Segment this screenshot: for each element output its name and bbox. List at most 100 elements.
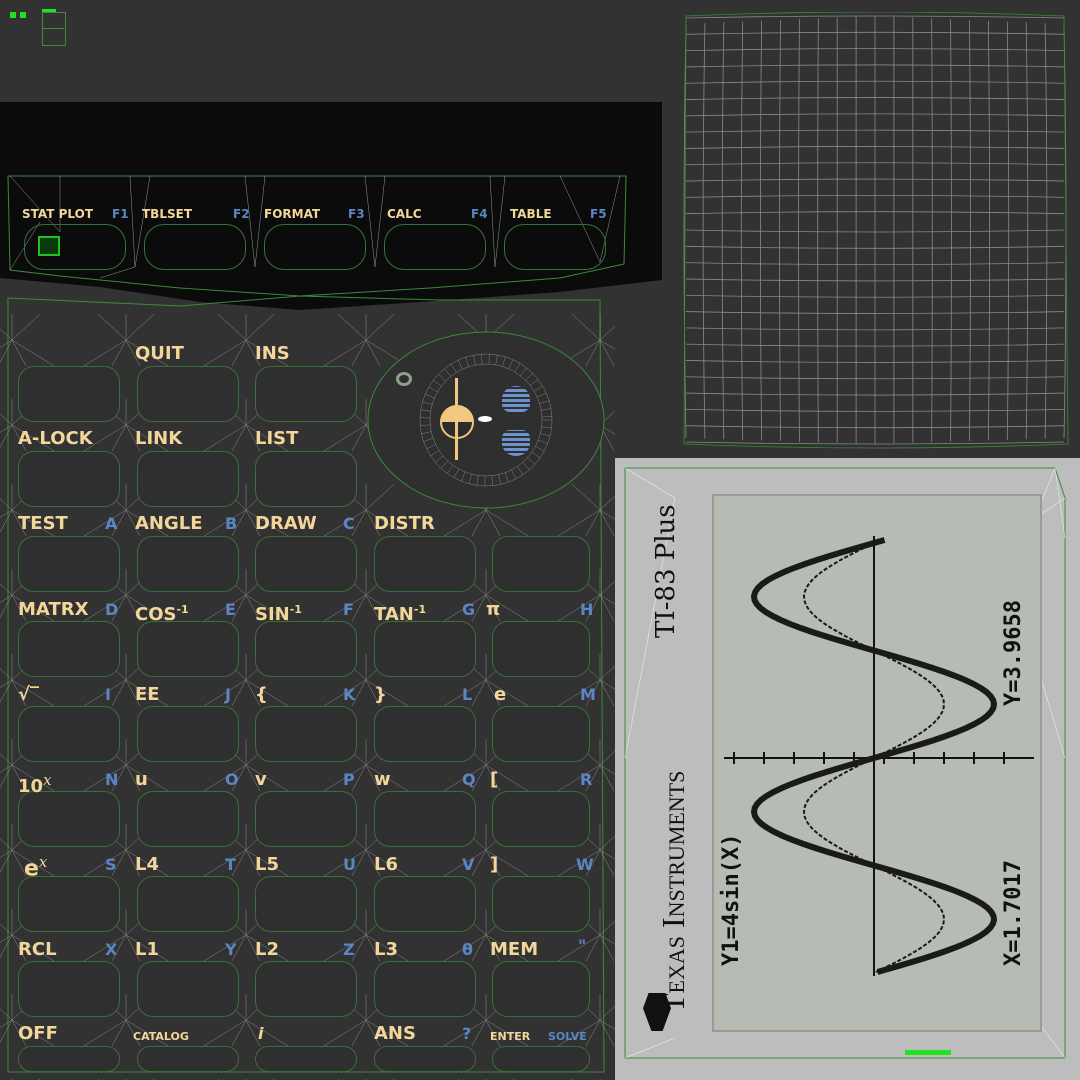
calculator-key[interactable] — [137, 366, 239, 422]
calculator-key[interactable] — [18, 791, 120, 847]
e-const-label: e — [494, 684, 507, 705]
calculator-key[interactable] — [255, 366, 357, 422]
calculator-key[interactable] — [18, 706, 120, 762]
alpha-w: W — [576, 855, 594, 874]
cos-inv-label: COS-1 — [135, 603, 189, 625]
alpha-r: R — [580, 770, 593, 789]
w-label: w — [374, 769, 391, 790]
calculator-key[interactable] — [374, 961, 476, 1017]
calculator-key[interactable] — [137, 621, 239, 677]
ten-x-label: 10x — [18, 771, 52, 797]
calculator-key[interactable] — [18, 536, 120, 592]
quit-label: QUIT — [135, 343, 184, 364]
alpha-i: I — [105, 685, 111, 704]
calculator-key[interactable] — [374, 876, 476, 932]
calculator-key[interactable] — [18, 961, 120, 1017]
calculator-key[interactable] — [374, 791, 476, 847]
calculator-key[interactable] — [18, 876, 120, 932]
calculator-key[interactable] — [137, 536, 239, 592]
alpha-k: K — [343, 685, 356, 704]
calculator-key[interactable] — [18, 1046, 120, 1072]
calculator-key[interactable] — [255, 1046, 357, 1072]
alpha-v: V — [462, 855, 475, 874]
alpha-question: ? — [462, 1024, 472, 1043]
ans-label: ANS — [374, 1023, 416, 1044]
keypad: QUIT INS A-LOCK LINK LIST TEST A ANGLE B… — [0, 0, 615, 1080]
matrx-label: MATRX — [18, 599, 89, 620]
ee-label: EE — [135, 684, 160, 705]
lcd-text: Y1=4sin(X) — [719, 834, 744, 966]
list-label: LIST — [255, 428, 299, 449]
alpha-a: A — [105, 514, 118, 533]
model-name: TI-83 Plus — [651, 504, 681, 638]
l3-label: L3 — [374, 939, 398, 960]
alpha-e: E — [225, 600, 236, 619]
l2-label: L2 — [255, 939, 279, 960]
calculator-key[interactable] — [255, 621, 357, 677]
lcd-text: X=1.7017 — [1001, 860, 1026, 966]
i-const-label: i — [258, 1024, 264, 1043]
calculator-key[interactable] — [374, 1046, 476, 1072]
calculator-key[interactable] — [374, 706, 476, 762]
alpha-f: F — [343, 600, 354, 619]
sin-inv-label: SIN-1 — [255, 603, 302, 625]
l5-label: L5 — [255, 854, 279, 875]
l1-label: L1 — [135, 939, 159, 960]
test-label: TEST — [18, 513, 68, 534]
catalog-label: CATALOG — [133, 1030, 189, 1043]
calculator-key[interactable] — [492, 791, 590, 847]
enter-label: ENTER — [490, 1030, 531, 1043]
l6-label: L6 — [374, 854, 398, 875]
angle-label: ANGLE — [135, 513, 203, 534]
l4-label: L4 — [135, 854, 159, 875]
calculator-key[interactable] — [492, 536, 590, 592]
calculator-key[interactable] — [137, 876, 239, 932]
alpha-z: Z — [343, 940, 355, 959]
calculator-key[interactable] — [374, 536, 476, 592]
dpad-down-icon[interactable] — [502, 430, 530, 456]
alpha-s: S — [105, 855, 117, 874]
tan-inv-label: TAN-1 — [374, 603, 427, 625]
calculator-key[interactable] — [255, 961, 357, 1017]
calculator-key[interactable] — [137, 791, 239, 847]
alpha-l: L — [462, 685, 473, 704]
lbracket-label: [ — [490, 769, 499, 790]
lbrace-label: { — [255, 684, 268, 705]
calculator-key[interactable] — [137, 451, 239, 507]
calculator-key[interactable] — [255, 876, 357, 932]
calculator-key[interactable] — [492, 876, 590, 932]
calculator-key[interactable] — [255, 706, 357, 762]
calculator-key[interactable] — [492, 706, 590, 762]
alock-label: A-LOCK — [18, 428, 93, 449]
calculator-key[interactable] — [18, 366, 120, 422]
calculator-key[interactable] — [137, 706, 239, 762]
alpha-b: B — [225, 514, 238, 533]
calculator-key[interactable] — [137, 1046, 239, 1072]
calculator-key[interactable] — [137, 961, 239, 1017]
calculator-key[interactable] — [492, 961, 590, 1017]
calculator-key[interactable] — [492, 1046, 590, 1072]
calculator-key[interactable] — [255, 451, 357, 507]
alpha-h: H — [580, 600, 594, 619]
alpha-g: G — [462, 600, 476, 619]
rbrace-label: } — [374, 684, 387, 705]
dpad-up-icon[interactable] — [502, 386, 530, 412]
pi-label: π — [486, 599, 501, 620]
calculator-key[interactable] — [255, 791, 357, 847]
calculator-key[interactable] — [18, 621, 120, 677]
link-label: LINK — [135, 428, 183, 449]
lcd-screen: Y1=4sin(X) X=1.7017 Y=3.9658 — [712, 494, 1042, 1032]
alpha-q: Q — [462, 770, 476, 789]
calculator-key[interactable] — [18, 451, 120, 507]
calculator-key[interactable] — [374, 621, 476, 677]
alpha-m: M — [580, 685, 596, 704]
alpha-p: P — [343, 770, 355, 789]
screen-mesh — [683, 12, 1069, 449]
brand-name: Texas Instruments — [655, 770, 691, 1013]
alpha-o: O — [225, 770, 239, 789]
sqrt-label: √‾ — [18, 684, 40, 705]
calculator-key[interactable] — [492, 621, 590, 677]
solve-label: SOLVE — [548, 1030, 587, 1043]
calculator-key[interactable] — [255, 536, 357, 592]
rcl-label: RCL — [18, 939, 57, 960]
